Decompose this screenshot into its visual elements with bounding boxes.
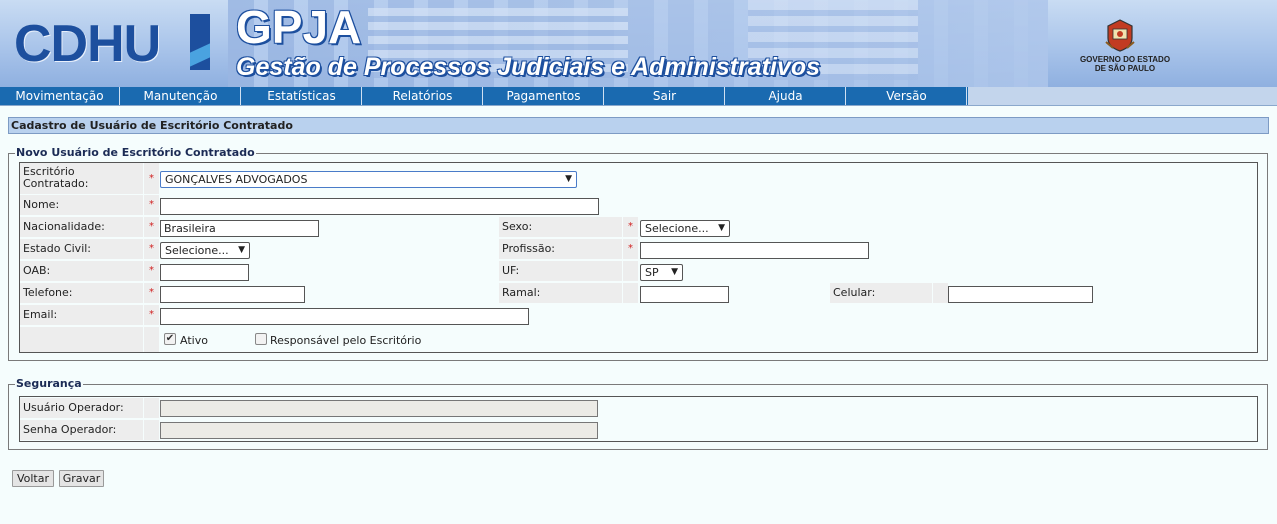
nacionalidade-label: Nacionalidade: <box>20 217 143 237</box>
logo-gpja: GPJA <box>236 1 362 53</box>
uf-star-spacer <box>623 261 638 281</box>
required-mark: * <box>144 283 159 303</box>
seguranca-fieldset: Segurança Usuário Operador: Senha Operad… <box>8 377 1268 450</box>
responsavel-checkbox[interactable] <box>255 333 267 345</box>
sexo-select[interactable]: Selecione... ▼ <box>640 220 730 237</box>
menu-item-sair[interactable]: Sair <box>605 87 725 105</box>
seguranca-form: Usuário Operador: Senha Operador: <box>19 396 1258 442</box>
required-mark: * <box>144 305 159 325</box>
novo-usuario-fieldset: Novo Usuário de Escritório Contratado Es… <box>8 146 1268 361</box>
menu-item-versao[interactable]: Versão <box>847 87 967 105</box>
checkbox-row-label <box>20 327 143 352</box>
oab-input[interactable] <box>160 264 249 281</box>
celular-label: Celular: <box>830 283 932 303</box>
menu-item-manutencao[interactable]: Manutenção <box>121 87 241 105</box>
nome-input[interactable] <box>160 198 599 215</box>
senha-star-spacer <box>144 420 159 440</box>
chevron-down-icon: ▼ <box>565 174 572 184</box>
sexo-label: Sexo: <box>499 217 622 237</box>
senha-operador-label: Senha Operador: <box>20 420 143 440</box>
menu-item-ajuda[interactable]: Ajuda <box>726 87 846 105</box>
estado-civil-select-value: Selecione... <box>165 244 229 257</box>
profissao-label: Profissão: <box>499 239 622 259</box>
header-banner: CDHU GPJA Gestão de Processos Judiciais … <box>0 0 1277 87</box>
usuario-star-spacer <box>144 398 159 418</box>
celular-star-spacer <box>933 283 948 303</box>
required-mark: * <box>623 217 638 237</box>
telefone-input[interactable] <box>160 286 305 303</box>
profissao-input[interactable] <box>640 242 869 259</box>
nome-label: Nome: <box>20 195 143 215</box>
required-mark: * <box>144 195 159 215</box>
voltar-button[interactable]: Voltar <box>12 470 54 487</box>
chevron-down-icon: ▼ <box>238 245 245 255</box>
required-mark: * <box>144 217 159 237</box>
uf-label: UF: <box>499 261 622 281</box>
menu-item-estatisticas[interactable]: Estatísticas <box>242 87 362 105</box>
ativo-label: Ativo <box>180 334 208 347</box>
oab-label: OAB: <box>20 261 143 281</box>
estado-civil-label: Estado Civil: <box>20 239 143 259</box>
sexo-select-value: Selecione... <box>645 222 709 235</box>
required-mark: * <box>623 239 638 259</box>
senha-operador-input <box>160 422 598 439</box>
government-label-line2: DE SÃO PAULO <box>1094 64 1156 73</box>
menu-filler <box>968 87 1277 105</box>
celular-input[interactable] <box>948 286 1093 303</box>
escritorio-label-line2: Contratado: <box>23 177 89 190</box>
usuario-operador-input <box>160 400 598 417</box>
nacionalidade-input[interactable]: Brasileira <box>160 220 319 237</box>
email-field[interactable] <box>160 308 529 325</box>
app-subtitle: Gestão de Processos Judiciais e Administ… <box>236 53 821 81</box>
uf-select-value: SP <box>645 266 659 279</box>
required-mark: * <box>144 261 159 281</box>
menu-item-pagamentos[interactable]: Pagamentos <box>484 87 604 105</box>
escritorio-label: Escritório Contratado: <box>20 163 143 194</box>
chevron-down-icon: ▼ <box>718 223 725 233</box>
logo-mark-icon <box>190 14 210 70</box>
ramal-star-spacer <box>623 283 638 303</box>
telefone-label: Telefone: <box>20 283 143 303</box>
ramal-label: Ramal: <box>499 283 622 303</box>
menu-divider <box>0 105 1277 106</box>
responsavel-label: Responsável pelo Escritório <box>270 334 422 347</box>
government-label-line1: GOVERNO DO ESTADO <box>1079 55 1171 64</box>
required-mark: * <box>144 239 159 259</box>
gravar-button[interactable]: Gravar <box>59 470 104 487</box>
usuario-operador-label: Usuário Operador: <box>20 398 143 418</box>
ativo-checkbox[interactable]: ✔ <box>164 333 176 345</box>
state-crest-icon <box>1105 19 1135 52</box>
required-mark: * <box>144 163 159 194</box>
checkbox-row-spacer <box>144 327 159 352</box>
escritorio-select-value: GONÇALVES ADVOGADOS <box>165 173 308 186</box>
logo-cdhu: CDHU <box>14 15 161 73</box>
chevron-down-icon: ▼ <box>671 267 678 277</box>
menu-item-movimentacao[interactable]: Movimentação <box>0 87 120 105</box>
escritorio-select[interactable]: GONÇALVES ADVOGADOS ▼ <box>160 171 577 188</box>
ramal-input[interactable] <box>640 286 729 303</box>
seguranca-legend: Segurança <box>15 377 83 391</box>
novo-usuario-legend: Novo Usuário de Escritório Contratado <box>15 146 256 160</box>
uf-select[interactable]: SP ▼ <box>640 264 683 281</box>
estado-civil-select[interactable]: Selecione... ▼ <box>160 242 250 259</box>
novo-usuario-form: Escritório Contratado: * GONÇALVES ADVOG… <box>19 162 1258 353</box>
government-label: GOVERNO DO ESTADO DE SÃO PAULO <box>1060 55 1190 73</box>
menu-item-relatorios[interactable]: Relatórios <box>363 87 483 105</box>
email-label: Email: <box>20 305 143 325</box>
page-title: Cadastro de Usuário de Escritório Contra… <box>8 117 1269 134</box>
